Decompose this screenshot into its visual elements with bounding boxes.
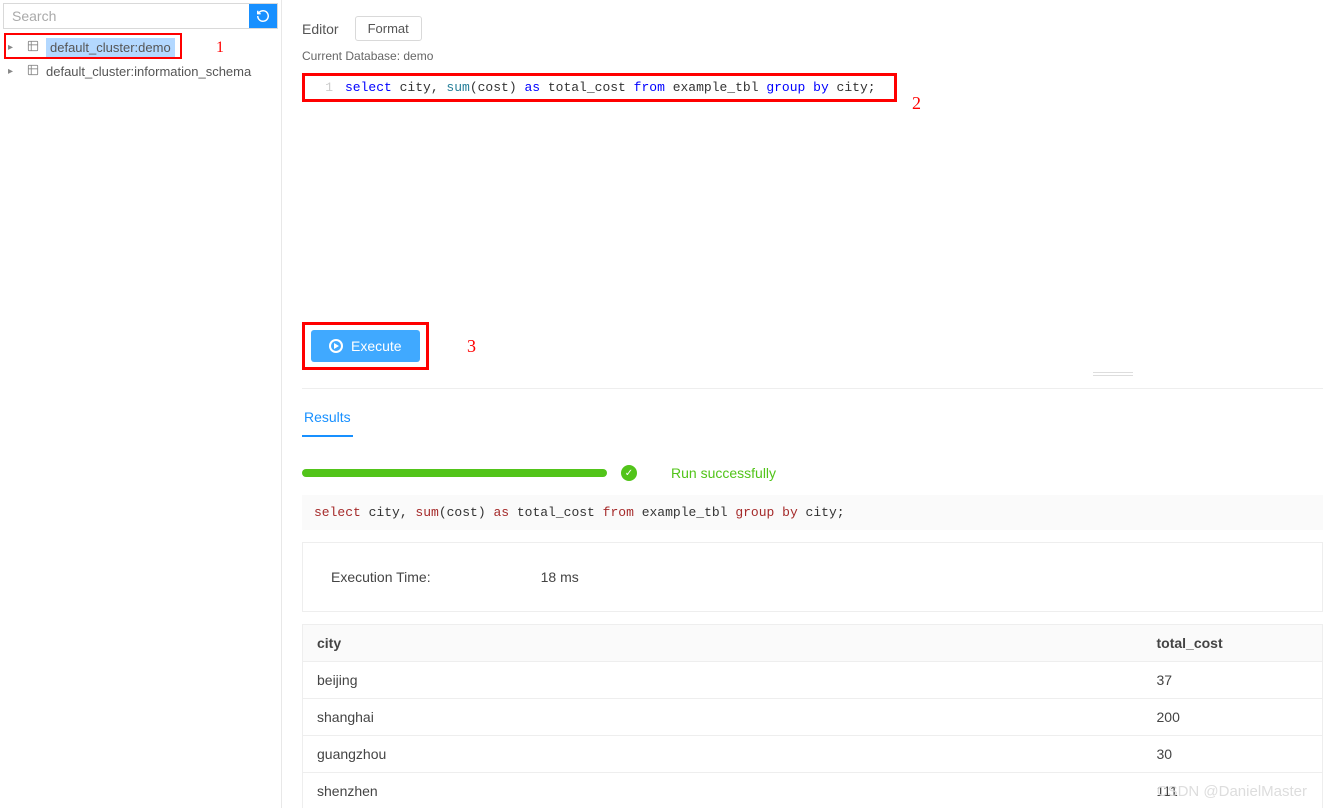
database-tree: 1 ▸ default_cluster:demo ▸ default_clust… bbox=[0, 29, 281, 83]
exec-time-label: Execution Time: bbox=[331, 569, 431, 585]
annotation-label-1: 1 bbox=[216, 39, 224, 57]
caret-icon: ▸ bbox=[8, 66, 18, 77]
col-total-cost[interactable]: total_cost bbox=[1143, 625, 1323, 662]
tree-item-label: default_cluster:demo bbox=[46, 38, 175, 57]
exec-time-value: 18 ms bbox=[541, 569, 579, 585]
annotation-box-3: Execute bbox=[302, 322, 429, 370]
query-echo: select city, sum(cost) as total_cost fro… bbox=[302, 495, 1323, 530]
table-header-row: city total_cost bbox=[303, 625, 1323, 662]
annotation-box-2: 1 select city, sum(cost) as total_cost f… bbox=[302, 73, 897, 102]
table-row: shenzhen111 bbox=[303, 773, 1323, 808]
cell-total-cost: 30 bbox=[1143, 736, 1323, 773]
toolbar: Editor Format bbox=[302, 16, 1323, 41]
caret-icon: ▸ bbox=[8, 42, 18, 53]
execute-row: Execute 3 bbox=[302, 322, 1323, 370]
table-row: guangzhou30 bbox=[303, 736, 1323, 773]
execution-time-box: Execution Time: 18 ms bbox=[302, 542, 1323, 612]
play-icon bbox=[329, 339, 343, 353]
editor-label: Editor bbox=[302, 21, 339, 37]
search-row bbox=[3, 3, 278, 29]
table-row: shanghai200 bbox=[303, 699, 1323, 736]
code-line: 1 select city, sum(cost) as total_cost f… bbox=[311, 80, 888, 95]
database-icon bbox=[26, 39, 40, 56]
search-input[interactable] bbox=[4, 4, 249, 28]
cell-city: guangzhou bbox=[303, 736, 1143, 773]
current-database-label: Current Database: demo bbox=[302, 49, 1323, 63]
tab-results[interactable]: Results bbox=[302, 403, 353, 437]
tree-item-information-schema[interactable]: ▸ default_cluster:information_schema bbox=[0, 60, 281, 83]
refresh-button[interactable] bbox=[249, 4, 277, 28]
cell-total-cost: 37 bbox=[1143, 662, 1323, 699]
tree-item-label: default_cluster:information_schema bbox=[46, 64, 251, 79]
execute-label: Execute bbox=[351, 338, 402, 354]
result-tabs: Results bbox=[302, 403, 1323, 437]
line-number: 1 bbox=[311, 80, 333, 95]
sql-editor[interactable]: 1 select city, sum(cost) as total_cost f… bbox=[302, 73, 1313, 102]
main-panel: Editor Format Current Database: demo 1 s… bbox=[282, 0, 1323, 808]
cell-city: shanghai bbox=[303, 699, 1143, 736]
execute-button[interactable]: Execute bbox=[311, 330, 420, 362]
tree-item-demo[interactable]: 1 ▸ default_cluster:demo bbox=[0, 35, 281, 60]
run-status-text: Run successfully bbox=[671, 465, 776, 481]
cell-total-cost: 111 bbox=[1143, 773, 1323, 808]
results-table: city total_cost beijing37 shanghai200 gu… bbox=[302, 624, 1323, 808]
cell-total-cost: 200 bbox=[1143, 699, 1323, 736]
annotation-label-2: 2 bbox=[912, 93, 921, 114]
drag-handle[interactable] bbox=[1093, 372, 1133, 376]
cell-city: beijing bbox=[303, 662, 1143, 699]
divider bbox=[302, 388, 1323, 389]
annotation-label-3: 3 bbox=[467, 336, 476, 357]
progress-bar bbox=[302, 469, 607, 477]
refresh-icon bbox=[256, 9, 270, 23]
format-button[interactable]: Format bbox=[355, 16, 422, 41]
check-icon: ✓ bbox=[621, 465, 637, 481]
sidebar: 1 ▸ default_cluster:demo ▸ default_clust… bbox=[0, 0, 282, 808]
run-status-row: ✓ Run successfully bbox=[302, 465, 1323, 481]
col-city[interactable]: city bbox=[303, 625, 1143, 662]
database-icon bbox=[26, 63, 40, 80]
cell-city: shenzhen bbox=[303, 773, 1143, 808]
table-row: beijing37 bbox=[303, 662, 1323, 699]
